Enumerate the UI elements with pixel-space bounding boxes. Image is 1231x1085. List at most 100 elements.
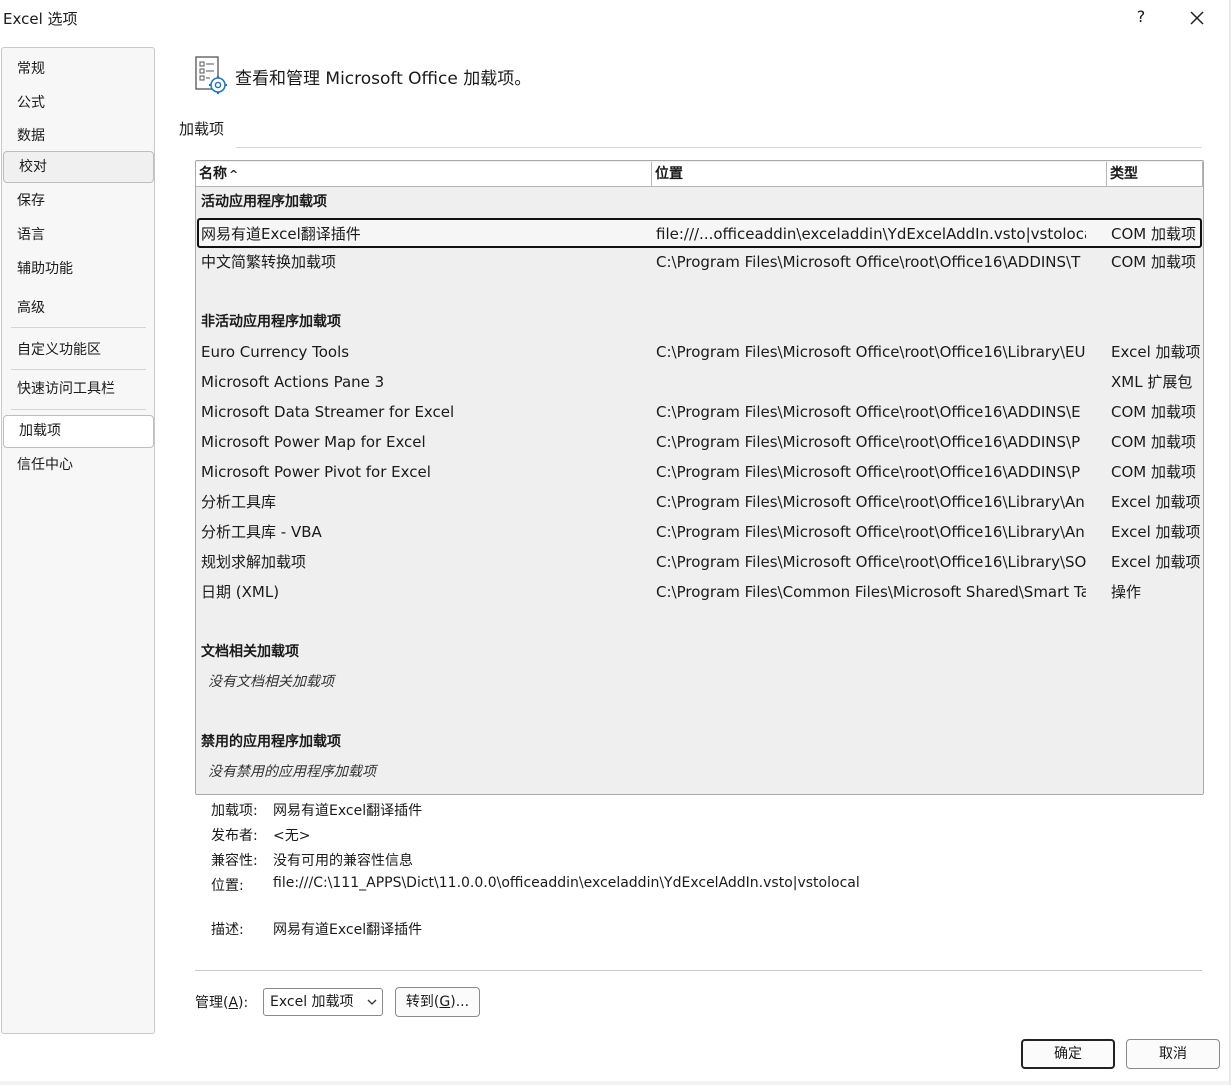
cancel-button[interactable]: 取消: [1126, 1039, 1220, 1069]
help-button[interactable]: ?: [1130, 6, 1152, 28]
addins-table: 名称 ^ 位置 类型 活动应用程序加载项 网易有道Excel翻译插件 file:/…: [195, 160, 1204, 795]
column-header-name-label: 名称: [199, 166, 227, 182]
addin-type: COM 加载项: [1111, 403, 1196, 421]
sidebar-divider: [11, 369, 146, 370]
go-label-prefix: 转到(: [405, 994, 440, 1010]
details-divider: [195, 970, 1202, 971]
sort-ascending-icon: ^: [229, 168, 239, 181]
title-bar: Excel 选项 ?: [0, 0, 1229, 36]
excel-options-dialog: Excel 选项 ? 常规 公式 数据 校对 保存 语言 辅助功能 高级 自定义…: [0, 0, 1230, 1081]
sidebar-item-formulas[interactable]: 公式: [2, 90, 154, 116]
detail-label-location: 位置:: [211, 878, 244, 894]
addin-type: XML 扩展包: [1111, 373, 1193, 391]
addin-location: C:\Program Files\Common Files\Microsoft …: [656, 583, 1086, 601]
table-row[interactable]: Microsoft Actions Pane 3 XML 扩展包: [197, 368, 1202, 398]
sidebar: 常规 公式 数据 校对 保存 语言 辅助功能 高级 自定义功能区 快速访问工具栏…: [1, 47, 155, 1034]
background-spreadsheet: [0, 1081, 1231, 1085]
table-row[interactable]: 分析工具库 C:\Program Files\Microsoft Office\…: [197, 488, 1202, 518]
group-header-disabled: 禁用的应用程序加载项: [201, 734, 341, 750]
sidebar-item-proofing[interactable]: 校对: [3, 151, 154, 183]
sidebar-item-quick-access-toolbar[interactable]: 快速访问工具栏: [2, 376, 154, 402]
addin-name: 中文简繁转换加载项: [201, 253, 337, 271]
addin-location: C:\Program Files\Microsoft Office\root\O…: [656, 493, 1085, 511]
section-divider: [236, 147, 1202, 148]
sidebar-item-save[interactable]: 保存: [2, 188, 154, 214]
sidebar-item-general[interactable]: 常规: [2, 56, 154, 82]
addin-location: C:\Program Files\Microsoft Office\root\O…: [656, 433, 1081, 451]
addin-name: Microsoft Power Pivot for Excel: [201, 463, 431, 481]
addin-name: 网易有道Excel翻译插件: [201, 225, 361, 243]
addin-location: C:\Program Files\Microsoft Office\root\O…: [656, 403, 1081, 421]
go-button[interactable]: 转到(G)...: [395, 987, 480, 1017]
go-label-suffix: )...: [450, 994, 470, 1010]
sidebar-item-trust-center[interactable]: 信任中心: [2, 452, 154, 478]
addin-type: COM 加载项: [1111, 463, 1196, 481]
table-row[interactable]: 规划求解加载项 C:\Program Files\Microsoft Offic…: [197, 548, 1202, 578]
sidebar-item-language[interactable]: 语言: [2, 222, 154, 248]
addin-location: file:///...officeaddin\exceladdin\YdExce…: [656, 225, 1086, 243]
sidebar-item-data[interactable]: 数据: [2, 123, 154, 149]
addin-type: COM 加载项: [1111, 253, 1196, 271]
table-row[interactable]: Microsoft Data Streamer for Excel C:\Pro…: [197, 398, 1202, 428]
addin-type: Excel 加载项: [1111, 553, 1201, 571]
table-row[interactable]: 分析工具库 - VBA C:\Program Files\Microsoft O…: [197, 518, 1202, 548]
addin-name: 分析工具库: [201, 493, 277, 511]
manage-select[interactable]: Excel 加载项: [263, 988, 383, 1016]
addin-type: COM 加载项: [1111, 433, 1196, 451]
addin-name: Microsoft Actions Pane 3: [201, 373, 385, 391]
sidebar-divider: [11, 327, 146, 328]
close-button[interactable]: [1184, 5, 1210, 31]
window-title: Excel 选项: [3, 10, 78, 28]
table-row[interactable]: 网易有道Excel翻译插件 file:///...officeaddin\exc…: [197, 218, 1202, 248]
detail-value-addin: 网易有道Excel翻译插件: [273, 803, 423, 819]
header-text: 查看和管理 Microsoft Office 加载项。: [235, 69, 532, 89]
sidebar-item-advanced[interactable]: 高级: [2, 295, 154, 321]
addins-gear-icon: [194, 56, 230, 94]
addin-location: C:\Program Files\Microsoft Office\root\O…: [656, 253, 1081, 271]
chevron-down-icon: [367, 989, 377, 1025]
addin-type: Excel 加载项: [1111, 523, 1201, 541]
column-header-type[interactable]: 类型: [1107, 162, 1203, 187]
section-title: 加载项: [179, 120, 225, 138]
sidebar-divider: [11, 409, 146, 410]
empty-message-disabled: 没有禁用的应用程序加载项: [208, 764, 376, 780]
close-icon: [1190, 11, 1204, 25]
addin-name: 分析工具库 - VBA: [201, 523, 322, 541]
sidebar-item-customize-ribbon[interactable]: 自定义功能区: [2, 337, 154, 363]
addin-type: 操作: [1111, 583, 1142, 601]
detail-label-publisher: 发布者:: [211, 828, 258, 844]
detail-value-location: file:///C:\111_APPS\Dict\11.0.0.0\office…: [273, 875, 860, 891]
group-header-inactive: 非活动应用程序加载项: [201, 314, 341, 330]
detail-label-description: 描述:: [211, 922, 244, 938]
detail-value-compat: 没有可用的兼容性信息: [273, 853, 413, 869]
sidebar-item-addins[interactable]: 加载项: [3, 415, 154, 448]
detail-value-description: 网易有道Excel翻译插件: [273, 922, 423, 938]
addin-name: Microsoft Data Streamer for Excel: [201, 403, 455, 421]
addin-name: Euro Currency Tools: [201, 343, 350, 361]
detail-label-addin: 加载项:: [211, 803, 258, 819]
sidebar-item-accessibility[interactable]: 辅助功能: [2, 256, 154, 282]
column-header-name[interactable]: 名称 ^: [196, 162, 652, 187]
table-row[interactable]: Microsoft Power Map for Excel C:\Program…: [197, 428, 1202, 458]
table-row[interactable]: Euro Currency Tools C:\Program Files\Mic…: [197, 338, 1202, 368]
manage-select-value: Excel 加载项: [270, 994, 354, 1010]
table-row[interactable]: 日期 (XML) C:\Program Files\Common Files\M…: [197, 578, 1202, 608]
table-row[interactable]: 中文简繁转换加载项 C:\Program Files\Microsoft Off…: [197, 248, 1202, 278]
column-header-location[interactable]: 位置: [652, 162, 1107, 187]
detail-label-compat: 兼容性:: [211, 853, 258, 869]
ok-button[interactable]: 确定: [1021, 1039, 1115, 1069]
addin-name: 规划求解加载项: [201, 553, 307, 571]
manage-label-suffix: ):: [238, 995, 249, 1011]
group-header-active: 活动应用程序加载项: [201, 194, 327, 210]
addin-location: C:\Program Files\Microsoft Office\root\O…: [656, 463, 1081, 481]
go-label-key: G: [439, 994, 451, 1010]
addin-location: C:\Program Files\Microsoft Office\root\O…: [656, 553, 1086, 571]
addin-type: Excel 加载项: [1111, 493, 1201, 511]
manage-label-prefix: 管理(: [195, 995, 229, 1011]
table-row[interactable]: Microsoft Power Pivot for Excel C:\Progr…: [197, 458, 1202, 488]
addin-type: COM 加载项: [1111, 225, 1196, 243]
addin-name: 日期 (XML): [201, 583, 280, 601]
empty-message-document: 没有文档相关加载项: [208, 674, 334, 690]
manage-label: 管理(A):: [195, 992, 248, 1012]
addin-type: Excel 加载项: [1111, 343, 1201, 361]
